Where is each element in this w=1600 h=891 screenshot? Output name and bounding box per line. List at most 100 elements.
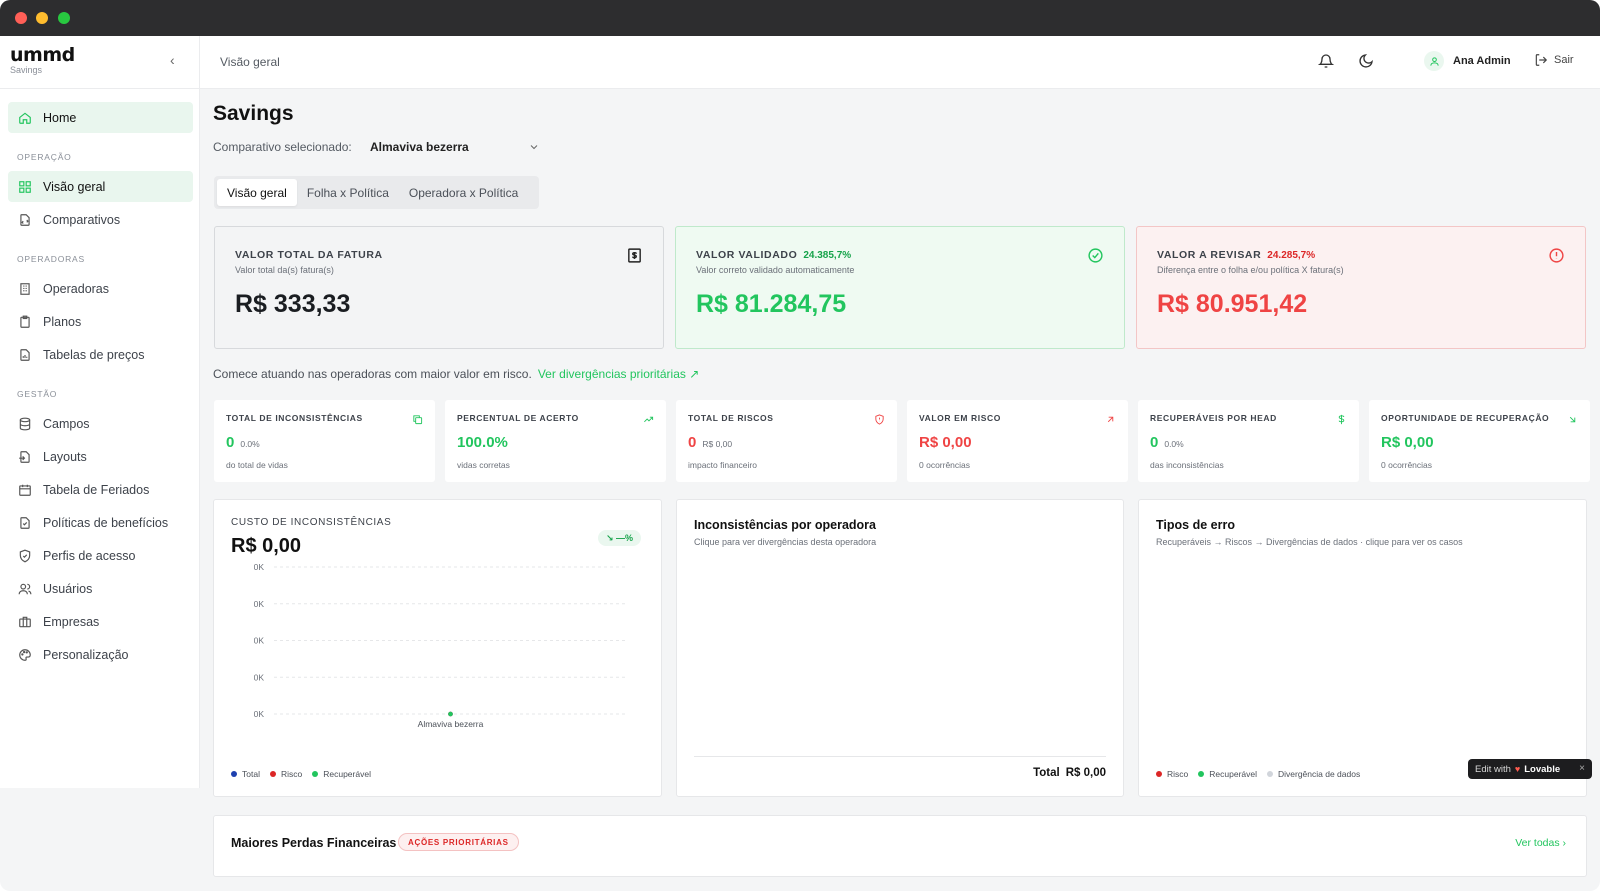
hint-text: Comece atuando nas operadoras com maior … xyxy=(213,367,532,381)
legend-item[interactable]: Total xyxy=(231,769,260,779)
kpi-recuperaveis-por-head: RECUPERÁVEIS POR HEAD 0 0.0% das inconsis… xyxy=(1138,400,1359,482)
legend-item[interactable]: Risco xyxy=(1156,769,1188,779)
divider xyxy=(0,88,200,89)
sidebar-item-layouts[interactable]: Layouts xyxy=(8,441,193,472)
sidebar-item-tabela-de-feriados[interactable]: Tabela de Feriados xyxy=(8,474,193,505)
sidebar-item-usuarios[interactable]: Usuários xyxy=(8,573,193,604)
user-menu[interactable]: Ana Admin xyxy=(1424,51,1511,71)
brand-subtitle: Savings xyxy=(10,65,43,75)
card-title: VALOR A REVISAR 24.285,7% xyxy=(1157,249,1316,261)
compare-label: Comparativo selecionado: xyxy=(213,140,352,154)
tab-folha-x-politica[interactable]: Folha x Política xyxy=(297,179,399,206)
logout-button[interactable]: Sair xyxy=(1534,53,1574,67)
bell-icon[interactable] xyxy=(1317,53,1335,69)
y-tick-label: 0K xyxy=(254,709,265,719)
card-percent: 24.285,7% xyxy=(1267,250,1316,261)
sidebar-item-campos[interactable]: Campos xyxy=(8,408,193,439)
kpi-value: 0 0.0% xyxy=(1150,434,1184,451)
kpi-value: 100.0% xyxy=(457,434,508,451)
error-legend: Risco Recuperável Divergência de dados xyxy=(1156,769,1370,779)
lovable-prefix: Edit with xyxy=(1475,763,1511,775)
file-compare-icon xyxy=(18,213,32,227)
sidebar-item-label: Layouts xyxy=(43,449,87,464)
app-window: ummd Savings ‹ Home OPERAÇÃO Visão geral… xyxy=(0,0,1600,891)
card-value: R$ 80.951,42 xyxy=(1157,290,1308,318)
lovable-heart-icon: ♥ xyxy=(1514,764,1521,774)
y-tick-label: 0K xyxy=(254,672,265,682)
invoice-dollar-icon xyxy=(626,247,643,264)
sidebar-item-label: Home xyxy=(43,110,77,125)
kpi-subtitle: 0 ocorrências xyxy=(1381,460,1433,470)
copy-icon xyxy=(412,412,423,425)
sidebar-item-planos[interactable]: Planos xyxy=(8,306,193,337)
y-tick-label: 0K xyxy=(254,636,265,646)
sidebar-item-perfis-de-acesso[interactable]: Perfis de acesso xyxy=(8,540,193,571)
collapse-sidebar-icon[interactable]: ‹ xyxy=(170,52,175,68)
alert-circle-icon xyxy=(1548,247,1565,264)
sidebar-item-label: Personalização xyxy=(43,647,129,662)
kpi-title: TOTAL DE INCONSISTÊNCIAS xyxy=(226,413,363,423)
sidebar-item-empresas[interactable]: Empresas xyxy=(8,606,193,637)
arrow-up-right-icon xyxy=(1105,412,1116,423)
tab-visao-geral[interactable]: Visão geral xyxy=(217,179,297,206)
legend-item[interactable]: Divergência de dados xyxy=(1267,769,1360,779)
summary-card-total: VALOR TOTAL DA FATURA Valor total da(s) … xyxy=(214,226,664,349)
chart-legend: Total Risco Recuperável xyxy=(231,769,381,779)
edit-with-lovable-badge[interactable]: Edit with ♥ Lovable × xyxy=(1468,759,1592,779)
kpi-total-riscos: TOTAL DE RISCOS 0 R$ 0,00 impacto finance… xyxy=(676,400,897,482)
brand-logo: ummd xyxy=(10,44,75,66)
close-window-button[interactable] xyxy=(15,12,27,24)
financial-losses-card: Maiores Perdas Financeiras AÇÕES PRIORIT… xyxy=(213,815,1587,877)
series-point-recuperável[interactable] xyxy=(448,711,453,717)
check-circle-icon xyxy=(1087,247,1104,264)
card-percent: 24.385,7% xyxy=(803,250,852,261)
kpi-subtitle: vidas corretas xyxy=(457,460,510,470)
priority-divergences-link[interactable]: Ver divergências prioritárias ↗ xyxy=(538,367,699,381)
view-all-link[interactable]: Ver todas › xyxy=(1515,837,1566,849)
compare-select[interactable]: Almaviva bezerra xyxy=(370,138,540,156)
sidebar-item-home[interactable]: Home xyxy=(8,102,193,133)
y-tick-label: 0K xyxy=(254,599,265,609)
kpi-subtitle: do total de vidas xyxy=(226,460,288,470)
cost-panel: CUSTO DE INCONSISTÊNCIAS R$ 0,00 ↘ —% 0K… xyxy=(213,499,662,797)
sidebar-item-tabelas-de-precos[interactable]: Tabelas de preços xyxy=(8,339,193,370)
brand[interactable]: ummd Savings xyxy=(10,44,75,76)
kpi-title: RECUPERÁVEIS POR HEAD xyxy=(1150,413,1277,423)
kpi-title: VALOR EM RISCO xyxy=(919,413,1001,423)
sidebar-item-personalizacao[interactable]: Personalização xyxy=(8,639,193,670)
kpi-valor-em-risco: VALOR EM RISCO R$ 0,00 0 ocorrências xyxy=(907,400,1128,482)
clipboard-icon xyxy=(18,315,32,329)
chevron-down-icon xyxy=(530,145,538,150)
kpi-subtitle: das inconsistências xyxy=(1150,460,1224,470)
priority-badge: AÇÕES PRIORITÁRIAS xyxy=(398,833,519,851)
window-titlebar xyxy=(0,0,1600,36)
sidebar-item-operadoras[interactable]: Operadoras xyxy=(8,273,193,304)
card-value: R$ 81.284,75 xyxy=(696,290,847,318)
sidebar-item-visao-geral[interactable]: Visão geral xyxy=(8,171,193,202)
kpi-oportunidade-recuperacao: OPORTUNIDADE DE RECUPERAÇÃO R$ 0,00 0 oc… xyxy=(1369,400,1590,482)
tab-operadora-x-politica[interactable]: Operadora x Política xyxy=(399,179,528,206)
legend-item[interactable]: Risco xyxy=(269,769,302,779)
sidebar-item-label: Perfis de acesso xyxy=(43,548,136,563)
sidebar-section-label: OPERADORAS xyxy=(17,254,85,264)
card-value: R$ 333,33 xyxy=(235,290,351,318)
legend-item[interactable]: Recuperável xyxy=(312,769,371,779)
minimize-window-button[interactable] xyxy=(36,12,48,24)
users-icon xyxy=(18,582,32,596)
compare-select-value: Almaviva bezerra xyxy=(370,140,469,154)
sidebar-section-label: GESTÃO xyxy=(17,389,58,399)
sidebar-item-politicas-de-beneficios[interactable]: Políticas de benefícios xyxy=(8,507,193,538)
maximize-window-button[interactable] xyxy=(58,12,70,24)
sidebar-section-label: OPERAÇÃO xyxy=(17,152,72,162)
legend-item[interactable]: Recuperável xyxy=(1198,769,1257,779)
page-title: Savings xyxy=(213,102,294,125)
close-icon[interactable]: × xyxy=(1579,763,1585,774)
sidebar-item-comparativos[interactable]: Comparativos xyxy=(8,204,193,235)
moon-icon[interactable] xyxy=(1358,53,1374,69)
kpi-subtitle: 0 ocorrências xyxy=(919,460,971,470)
priority-hint: Comece atuando nas operadoras com maior … xyxy=(213,367,699,381)
sidebar-item-label: Operadoras xyxy=(43,281,110,296)
sidebar-item-label: Campos xyxy=(43,416,90,431)
lovable-brand: Lovable xyxy=(1524,763,1561,775)
logout-icon xyxy=(1535,54,1548,66)
